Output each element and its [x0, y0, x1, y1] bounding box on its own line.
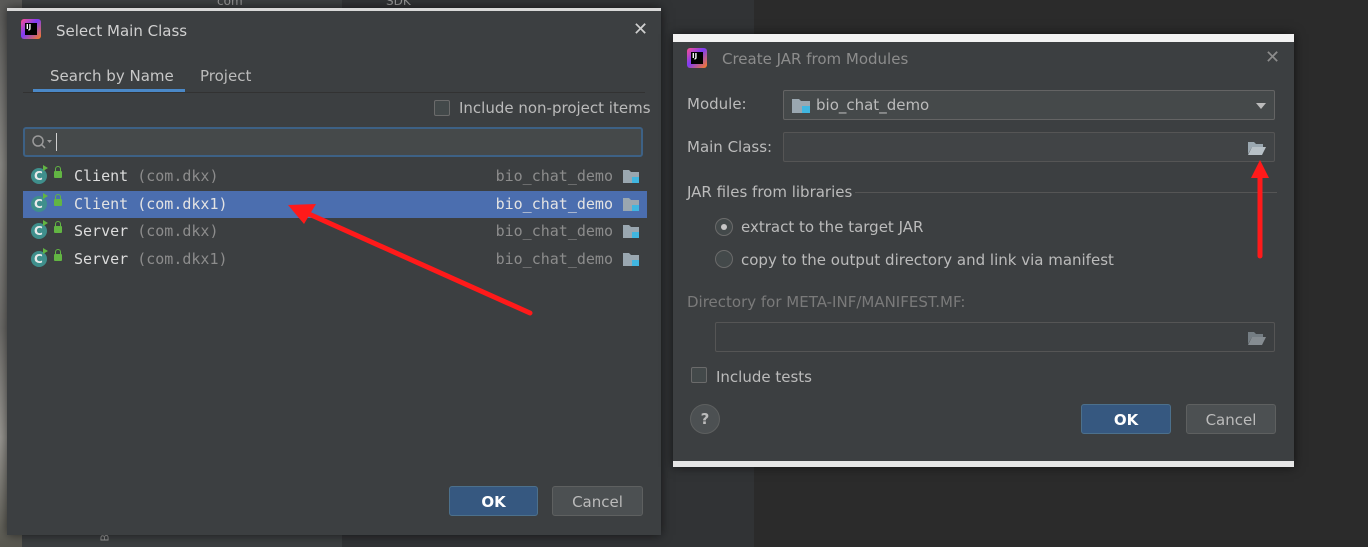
class-name: Server	[74, 249, 129, 268]
module-folder-icon	[623, 225, 639, 238]
project-tree-item[interactable]: com	[217, 0, 243, 8]
module-label: Module:	[687, 95, 747, 113]
module-folder-icon	[623, 252, 639, 266]
create-jar-dialog: IJ Create JAR from Modules ✕ Module: bio…	[673, 34, 1294, 467]
select-main-class-dialog: IJ Select Main Class ✕ Search by Name Pr…	[7, 8, 661, 535]
intellij-logo-icon: IJ	[687, 48, 707, 68]
ok-button[interactable]: OK	[449, 486, 538, 516]
tab-search-by-name[interactable]: Search by Name	[50, 67, 174, 85]
include-tests-checkbox[interactable]	[691, 367, 707, 383]
list-item[interactable]: Client (com.dkx) bio_chat_demo	[23, 163, 647, 191]
class-name-cell: Server (com.dkx)	[74, 222, 219, 240]
intellij-logo-icon: IJ	[21, 19, 41, 39]
cancel-button[interactable]: Cancel	[1186, 404, 1276, 434]
module-folder-icon	[792, 99, 810, 113]
lock-icon	[54, 248, 62, 261]
runnable-mark-icon	[43, 165, 48, 171]
extract-radio[interactable]	[715, 218, 733, 236]
include-non-project-checkbox[interactable]	[434, 100, 450, 116]
module-name: bio_chat_demo	[495, 194, 613, 213]
jar-files-section-label: JAR files from libraries	[687, 183, 853, 201]
section-separator	[855, 192, 1277, 193]
search-input[interactable]	[23, 127, 643, 157]
runnable-mark-icon	[43, 220, 48, 226]
dialog-title: Select Main Class	[56, 22, 188, 40]
module-folder-icon	[623, 170, 639, 183]
list-item-selected[interactable]: Client (com.dkx1) bio_chat_demo	[23, 190, 647, 218]
close-icon[interactable]: ✕	[1265, 49, 1280, 67]
include-tests-label: Include tests	[716, 368, 812, 386]
extract-option-label: extract to the target JAR	[741, 218, 924, 236]
manifest-dir-field[interactable]	[715, 322, 1275, 352]
class-package: (com.dkx)	[137, 167, 219, 185]
sdk-label: SDK	[386, 0, 411, 8]
lock-icon	[54, 193, 62, 206]
module-name: bio_chat_demo	[495, 249, 613, 268]
include-non-project-label: Include non-project items	[459, 99, 651, 117]
class-package: (com.dkx1)	[137, 249, 228, 268]
close-icon[interactable]: ✕	[633, 21, 648, 39]
module-name: bio_chat_demo	[495, 167, 613, 185]
module-combobox[interactable]: bio_chat_demo	[783, 90, 1275, 120]
class-name-cell: Server (com.dkx1)	[74, 250, 228, 268]
tab-separator	[23, 92, 645, 93]
chevron-down-icon	[1256, 103, 1266, 109]
copy-radio[interactable]	[715, 250, 733, 268]
class-name-cell: Client (com.dkx)	[74, 167, 219, 185]
class-name: Server	[74, 222, 129, 240]
class-name: Client	[74, 194, 129, 213]
cancel-button[interactable]: Cancel	[552, 486, 643, 516]
folder-open-icon[interactable]	[1248, 331, 1266, 345]
list-item[interactable]: Server (com.dkx) bio_chat_demo	[23, 218, 647, 246]
main-class-label: Main Class:	[687, 138, 773, 156]
class-name: Client	[74, 167, 129, 185]
help-button[interactable]: ?	[690, 404, 720, 434]
runnable-mark-icon	[43, 247, 48, 254]
text-cursor	[56, 133, 57, 151]
search-icon	[32, 135, 52, 149]
list-item[interactable]: Server (com.dkx1) bio_chat_demo	[23, 246, 647, 274]
main-class-field[interactable]	[783, 132, 1275, 162]
tab-project[interactable]: Project	[200, 67, 251, 85]
lock-icon	[54, 166, 62, 178]
ok-button[interactable]: OK	[1081, 404, 1171, 434]
module-folder-icon	[623, 197, 639, 211]
manifest-dir-label: Directory for META-INF/MANIFEST.MF:	[687, 293, 966, 311]
module-value: bio_chat_demo	[816, 96, 930, 114]
copy-option-label: copy to the output directory and link vi…	[741, 251, 1114, 269]
lock-icon	[54, 221, 62, 233]
runnable-mark-icon	[43, 192, 48, 199]
module-name: bio_chat_demo	[495, 222, 613, 240]
folder-open-icon[interactable]	[1248, 141, 1266, 155]
class-package: (com.dkx)	[137, 222, 219, 240]
dialog-title: Create JAR from Modules	[722, 50, 909, 68]
class-results-list: Client (com.dkx) bio_chat_demo Client (c…	[23, 163, 647, 273]
class-name-cell: Client (com.dkx1)	[74, 195, 228, 213]
class-package: (com.dkx1)	[137, 194, 228, 213]
